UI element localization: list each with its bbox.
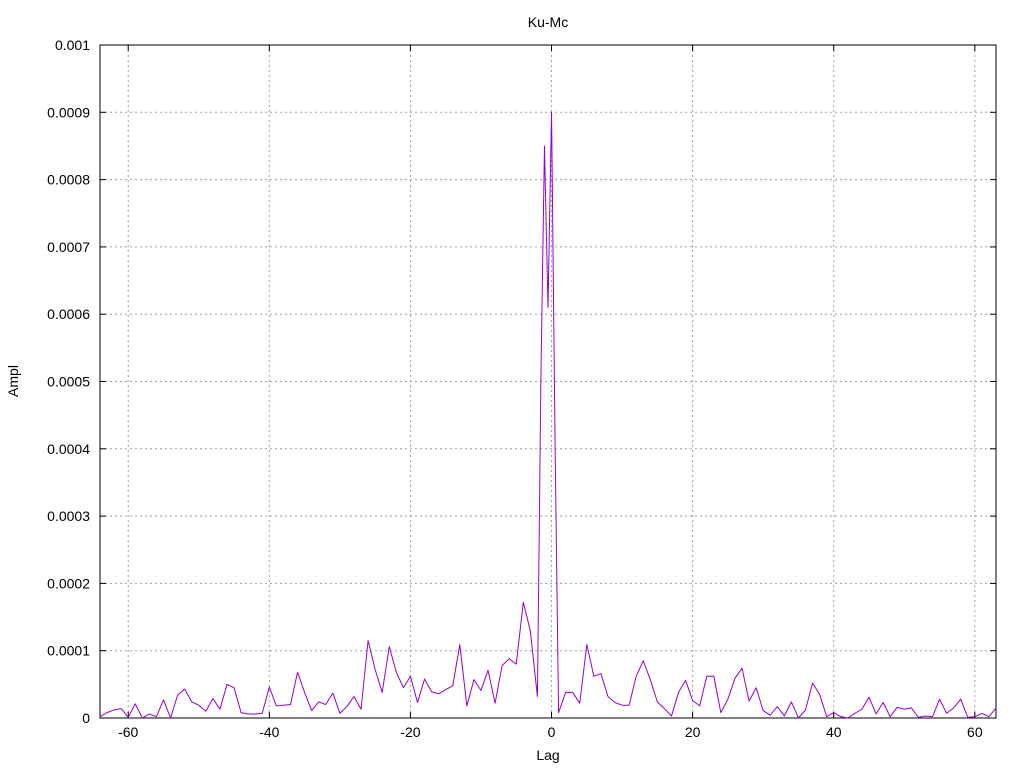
y-tick-label: 0.0008 <box>47 172 90 188</box>
x-tick-label: -40 <box>259 724 279 740</box>
x-axis-label: Lag <box>536 747 559 763</box>
y-axis-tick-labels: 0 0.0001 0.0002 0.0003 0.0004 0.0005 0.0006 0.0… <box>47 37 90 726</box>
x-axis-tick-labels: -60 -40 -20 0 20 40 60 <box>118 724 983 740</box>
y-tick-label: 0.0004 <box>47 441 90 457</box>
ku-mc-chart: Ku-Mc -60 -40 -20 0 20 40 60 0 0.0001 0.0002 0.00… <box>5 14 997 763</box>
x-tick-label: 20 <box>685 724 701 740</box>
y-axis-label: Ampl <box>5 365 21 397</box>
grid <box>100 45 996 718</box>
y-tick-label: 0.0009 <box>47 104 90 120</box>
y-tick-label: 0.0002 <box>47 575 90 591</box>
y-tick-label: 0.001 <box>55 37 90 53</box>
y-tick-label: 0.0005 <box>47 374 90 390</box>
y-tick-label: 0.0007 <box>47 239 90 255</box>
y-tick-label: 0 <box>82 710 90 726</box>
series-layer <box>99 111 997 719</box>
series-line <box>99 111 997 719</box>
x-tick-label: -20 <box>400 724 420 740</box>
x-tick-label: 40 <box>826 724 842 740</box>
chart-title: Ku-Mc <box>528 14 568 30</box>
x-tick-label: 0 <box>548 724 556 740</box>
y-tick-label: 0.0003 <box>47 508 90 524</box>
x-tick-label: 60 <box>967 724 983 740</box>
y-tick-label: 0.0006 <box>47 306 90 322</box>
y-tick-label: 0.0001 <box>47 643 90 659</box>
x-tick-label: -60 <box>118 724 138 740</box>
